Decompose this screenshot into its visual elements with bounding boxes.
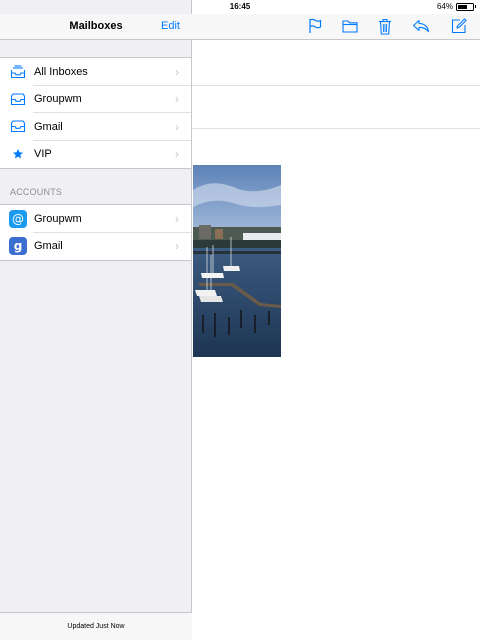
mailbox-label: All Inboxes	[34, 65, 88, 78]
chevron-right-icon: ›	[175, 239, 179, 254]
inbox-icon	[9, 90, 27, 108]
account-item-gmail[interactable]: g Gmail ›	[0, 233, 191, 261]
compose-icon	[451, 18, 467, 34]
battery-icon	[456, 2, 476, 11]
message-toolbar	[192, 14, 480, 40]
chevron-right-icon: ›	[175, 64, 179, 79]
accounts-list: @ Groupwm › g Gmail ›	[0, 204, 191, 261]
trash-button[interactable]	[375, 17, 395, 35]
svg-text:g: g	[14, 239, 23, 253]
accounts-section-header: ACCOUNTS	[10, 187, 63, 197]
inbox-icon	[9, 118, 27, 136]
chevron-right-icon: ›	[175, 119, 179, 134]
flag-icon	[309, 18, 322, 33]
svg-text:@: @	[12, 212, 24, 226]
mailbox-item-vip[interactable]: VIP ›	[0, 141, 191, 169]
folder-icon	[342, 20, 358, 33]
reply-icon	[412, 19, 430, 33]
chevron-right-icon: ›	[175, 211, 179, 226]
mailbox-label: VIP	[34, 148, 52, 161]
star-icon	[9, 145, 27, 163]
reply-button[interactable]	[411, 17, 431, 35]
battery-indicator: 64%	[436, 2, 476, 11]
account-label: Gmail	[34, 240, 63, 253]
compose-button[interactable]	[449, 17, 469, 35]
inboxes-icon	[9, 63, 27, 81]
at-sign-icon: @	[9, 209, 27, 228]
mailboxes-sidebar: Mailboxes Edit All Inboxes › Groupwm › G…	[0, 0, 192, 640]
mailbox-item-groupwm[interactable]: Groupwm ›	[0, 86, 191, 114]
trash-icon	[379, 18, 391, 35]
battery-percentage: 64%	[436, 2, 453, 11]
google-icon: g	[9, 237, 27, 256]
chevron-right-icon: ›	[175, 147, 179, 162]
mailbox-label: Gmail	[34, 120, 63, 133]
edit-button[interactable]: Edit	[161, 20, 180, 32]
account-item-groupwm[interactable]: @ Groupwm ›	[0, 205, 191, 233]
mailbox-item-gmail[interactable]: Gmail ›	[0, 113, 191, 141]
mailbox-item-all-inboxes[interactable]: All Inboxes ›	[0, 58, 191, 86]
chevron-right-icon: ›	[175, 92, 179, 107]
account-label: Groupwm	[34, 212, 82, 225]
mailboxes-list: All Inboxes › Groupwm › Gmail › VIP ›	[0, 57, 191, 169]
message-header-divider	[192, 85, 480, 86]
move-folder-button[interactable]	[340, 17, 360, 35]
attached-photo[interactable]	[193, 165, 281, 357]
sidebar-footer-status: Updated Just Now	[0, 612, 192, 640]
flag-button[interactable]	[305, 17, 325, 35]
sidebar-header: Mailboxes Edit	[0, 14, 192, 40]
mailbox-label: Groupwm	[34, 93, 82, 106]
message-header-divider	[192, 128, 480, 129]
